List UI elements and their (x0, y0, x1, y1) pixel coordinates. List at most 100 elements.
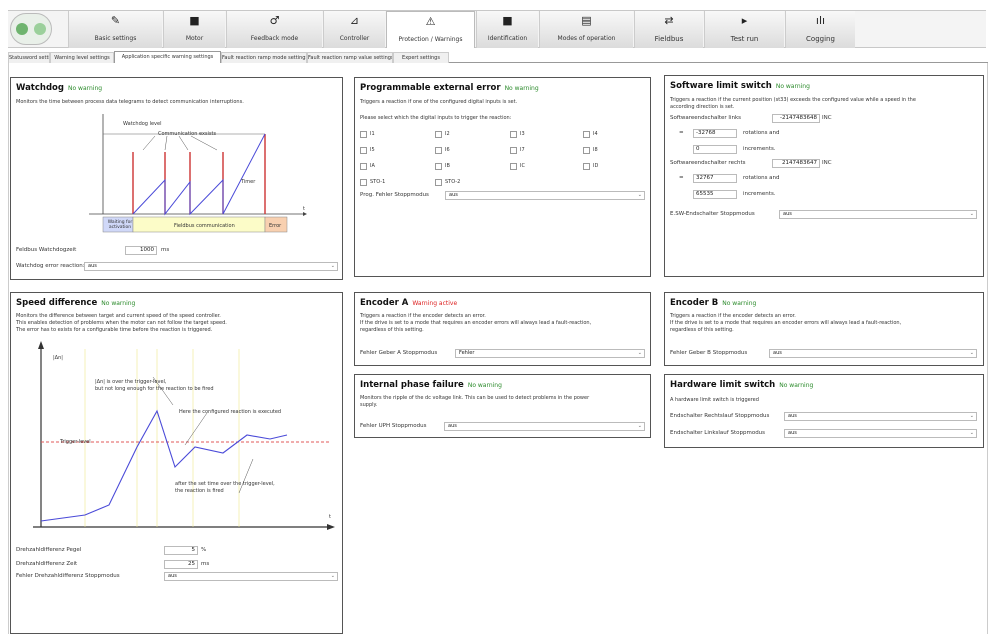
input-checkbox-id[interactable] (583, 163, 590, 170)
panel-description: Triggers a reaction if the current posit… (670, 97, 916, 103)
checkbox-label: STO-1 (370, 179, 386, 185)
tab-controller[interactable]: ⊿ Controller (323, 11, 385, 48)
tab-label: Fieldbus (654, 35, 684, 43)
panel-description-3: regardless of this setting. (670, 327, 734, 333)
links-label: Softwareendschalter links (670, 115, 742, 121)
unit-label: ms (161, 247, 170, 253)
tab-label: Controller (339, 35, 370, 42)
rechts-label: Softwareendschalter rechts (670, 160, 746, 166)
panel-title: Hardware limit switch No warning (670, 380, 814, 390)
input-checkbox-i8[interactable] (583, 147, 590, 154)
input-checkbox-sto-1[interactable] (360, 179, 367, 186)
links-rotations-input[interactable]: -32768 (693, 129, 737, 138)
subtab-5[interactable]: Expert settings (393, 52, 449, 63)
input-checkbox-i7[interactable] (510, 147, 517, 154)
esw-mode-select[interactable]: aus ⌄ (779, 210, 977, 219)
checkbox-label: STO-2 (445, 179, 461, 185)
tab-icon: ⊿ (349, 14, 360, 27)
subtab-3[interactable]: Fault reaction ramp mode settings (221, 52, 307, 63)
mode-label: E.SW-Endschalter Stoppmodus (670, 211, 755, 217)
rechts-rotations-input[interactable]: 32767 (693, 174, 737, 183)
panel-title: Internal phase failure No warning (360, 380, 502, 390)
tab-identification[interactable]: ■ Identification (476, 11, 538, 48)
encoder-a-mode-select[interactable]: Fehler ⌄ (455, 349, 645, 358)
increments-label: increments. (743, 146, 776, 152)
encoder-b-mode-select[interactable]: aus ⌄ (769, 349, 977, 358)
links-mode-select[interactable]: aus ⌄ (784, 429, 977, 438)
tab-feedback-mode[interactable]: ♂ Feedback mode (226, 11, 322, 48)
subtab-2[interactable]: Application specific warning settings (114, 51, 221, 63)
subtab-4[interactable]: Fault reaction ramp value settings (307, 52, 393, 63)
status-badge: No warning (722, 300, 757, 307)
timer-label: Timer (241, 179, 256, 185)
annotation-2: Here the configured reaction is executed (179, 409, 282, 415)
panel-title: Programmable external error No warning (360, 83, 539, 93)
logo-icon[interactable] (10, 13, 52, 45)
tab-test-run[interactable]: ▸ Test run (704, 11, 784, 48)
panel-description: Monitors the difference between target a… (16, 313, 221, 319)
input-checkbox-sto-2[interactable] (435, 179, 442, 186)
zeit-input[interactable]: 25 (164, 560, 198, 569)
input-checkbox-i6[interactable] (435, 147, 442, 154)
tab-label: Motor (185, 35, 204, 42)
rotations-label: rotations and (743, 175, 780, 181)
checkbox-label: I7 (520, 147, 525, 153)
input-checkbox-i4[interactable] (583, 131, 590, 138)
tab-basic-settings[interactable]: ✎ Basic settings (68, 11, 162, 48)
speed-mode-select[interactable]: aus ⌄ (164, 572, 338, 581)
input-checkbox-i5[interactable] (360, 147, 367, 154)
checkbox-label: I2 (445, 131, 450, 137)
tab-icon: ılı (815, 14, 826, 27)
tab-protection-warnings[interactable]: ⚠ Protection / Warnings (386, 11, 475, 48)
pegel-input[interactable]: 5 (164, 546, 198, 555)
input-checkbox-ia[interactable] (360, 163, 367, 170)
subtab-1[interactable]: Warning level settings (50, 52, 114, 63)
input-checkbox-ib[interactable] (435, 163, 442, 170)
watchdog-time-label: Feldbus Watchdogzeit (16, 247, 77, 253)
panel-description-2: according direction is set. (670, 104, 735, 110)
equals-label: = (679, 175, 684, 181)
checkbox-label: I1 (370, 131, 375, 137)
panel-description: Monitors the ripple of the dc voltage li… (360, 395, 590, 401)
pegel-label: Drehzahldifferenz Pegel (16, 547, 82, 553)
tab-label: Test run (730, 35, 759, 43)
trigger-level-label: Trigger-level (60, 439, 91, 445)
t-axis-label: t (329, 514, 331, 520)
watchdog-panel: Watchdog No warning Monitors the time bet… (10, 77, 343, 280)
checkbox-label: I5 (370, 147, 375, 153)
tab-motor[interactable]: ■ Motor (163, 11, 225, 48)
watchdog-reaction-select[interactable]: aus ⌄ (84, 262, 338, 271)
rechts-increments-input[interactable]: 65535 (693, 190, 737, 199)
prog-mode-select[interactable]: aus ⌄ (445, 191, 645, 200)
subtab-0[interactable]: Statusword settings (8, 52, 50, 63)
input-checkbox-i1[interactable] (360, 131, 367, 138)
input-checkbox-ic[interactable] (510, 163, 517, 170)
mode-label: Fehler Drehzahldifferenz Stoppmodus (16, 573, 120, 579)
tab-icon: ■ (502, 14, 513, 27)
tab-icon: ▤ (581, 14, 592, 27)
panel-description-2: supply. (360, 402, 378, 408)
tab-icon: ⇄ (664, 14, 674, 27)
rechts-input[interactable]: 2147483647 (772, 159, 820, 168)
input-checkbox-i3[interactable] (510, 131, 517, 138)
tab-cogging[interactable]: ılı Cogging (785, 11, 855, 48)
tab-modes-of-operation[interactable]: ▤ Modes of operation (539, 11, 633, 48)
links-input[interactable]: -2147483648 (772, 114, 820, 123)
watchdog-diagram (89, 114, 307, 233)
unit-label: INC (822, 115, 832, 121)
checkbox-label: I6 (445, 147, 450, 153)
tab-fieldbus[interactable]: ⇄ Fieldbus (634, 11, 703, 48)
rechts-mode-select[interactable]: aus ⌄ (784, 412, 977, 421)
status-badge: No warning (775, 83, 810, 90)
phase-mode-select[interactable]: aus ⌄ (444, 422, 645, 431)
tab-label: Modes of operation (557, 35, 616, 42)
links-increments-input[interactable]: 0 (693, 145, 737, 154)
tab-icon: ♂ (269, 14, 280, 27)
checkbox-label: I3 (520, 131, 525, 137)
panel-description: A hardware limit switch is triggered (670, 397, 759, 403)
watchdog-time-input[interactable]: 1000 (125, 246, 157, 255)
input-checkbox-i2[interactable] (435, 131, 442, 138)
status-badge: No warning (67, 85, 103, 92)
increments-label: increments. (743, 191, 776, 197)
checkbox-label: I8 (593, 147, 598, 153)
